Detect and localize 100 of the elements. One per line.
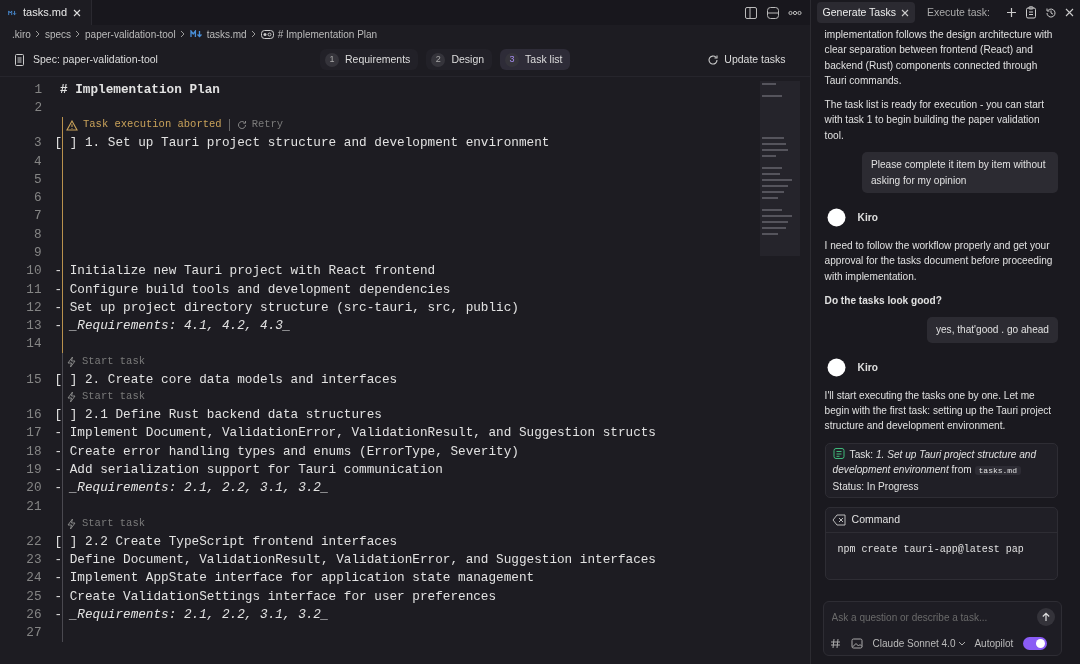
avatar-icon (826, 357, 846, 377)
retry-link[interactable]: Retry (251, 117, 284, 133)
line-number: 11 (25, 280, 42, 299)
step-tab[interactable]: 1 Requirements (320, 48, 419, 71)
status-message: Task execution aborted (83, 117, 222, 133)
chat-input[interactable]: Ask a question or describe a task... Claude Sonnet 4.0 Autopilot (822, 601, 1062, 656)
breadcrumb-item[interactable]: # Implementation Plan (277, 26, 378, 42)
lightning-icon (66, 355, 77, 368)
line-number: 1 (33, 80, 42, 99)
code-line: - Create ValidationSettings interface for user preferences (54, 587, 497, 606)
message-text: The task list is ready for execution - you can start with task 1 to begin building the paper validation tool. (824, 98, 1045, 143)
clear-icon (831, 514, 846, 527)
chevron-right-icon (34, 30, 41, 38)
step-tab[interactable]: 3 Task list (500, 48, 571, 71)
markdown-icon (8, 8, 17, 17)
agent-name: Kiro (857, 360, 878, 375)
line-number: 21 (25, 497, 42, 516)
split-editor-icon[interactable] (743, 5, 758, 20)
update-tasks-button[interactable]: Update tasks (701, 50, 792, 69)
heading-line: # Implementation Plan (60, 80, 220, 99)
line-number: 8 (32, 225, 42, 244)
chevron-right-icon (250, 30, 257, 38)
line-number: 4 (32, 152, 42, 171)
autopilot-toggle[interactable] (1023, 637, 1048, 650)
arrow-up-icon (1041, 612, 1051, 622)
lightning-icon (66, 390, 77, 403)
line-number: 16 (25, 406, 42, 425)
chevron-down-icon (958, 640, 967, 647)
breadcrumb-item[interactable]: .kiro (12, 26, 31, 42)
line-number: 18 (25, 442, 42, 461)
line-number: 25 (25, 587, 42, 606)
agent-name: Kiro (857, 211, 878, 225)
message-text: Do the tasks look good? (824, 293, 943, 308)
message-text: I'll start executing the tasks one by one. Let me begin with the first task: setting up the Tauri project structure and development environment. (824, 388, 1053, 434)
refresh-icon (707, 53, 720, 66)
line-number: 22 (25, 532, 42, 551)
line-number: 6 (32, 189, 42, 208)
history-icon[interactable] (1045, 6, 1057, 19)
line-number: 19 (25, 460, 42, 479)
checklist-icon (832, 446, 845, 459)
requirements-line: - _Requirements: 2.1, 2.2, 3.1, 3.2_ (54, 479, 329, 498)
task-text: Task: 1. Set up Tauri project structure and development environment from tasks.md (832, 446, 1038, 478)
step-tab[interactable]: 2 Design (426, 48, 493, 71)
line-number: 15 (25, 370, 42, 389)
chevron-right-icon (179, 30, 186, 38)
spec-label: Spec: paper-validation-tool (33, 51, 158, 67)
lightning-icon (66, 517, 77, 530)
line-number: 17 (25, 424, 42, 443)
code-line: - Configure build tools and development dependencies (54, 280, 451, 299)
line-number: 12 (25, 298, 42, 317)
code-line: - Add serialization support for Tauri communication (54, 460, 443, 479)
line-number: 10 (25, 262, 42, 281)
line-number: 14 (25, 335, 42, 354)
warning-icon (66, 119, 78, 131)
command-text: npm create tauri-app@latest pap (836, 542, 1025, 557)
user-message: Please complete it item by item without asking for my opinion (862, 152, 1058, 194)
file-chip[interactable]: tasks.md (974, 466, 1021, 476)
send-button[interactable] (1037, 608, 1055, 626)
line-number: 9 (32, 244, 42, 262)
user-message: yes, that'good . go ahead (926, 317, 1058, 343)
message-text: implementation follows the design architecture with clear separation between frontend (React) and backend (Rust) components connected through Tauri commands. (824, 28, 1054, 88)
start-task-link[interactable]: Start task (82, 389, 145, 405)
close-icon[interactable] (73, 8, 81, 17)
close-icon[interactable] (1065, 8, 1074, 17)
start-task-link[interactable]: Start task (82, 353, 145, 370)
task-line: [ ] 2. Create core data models and interfaces (54, 370, 398, 389)
clipboard-icon[interactable] (1025, 6, 1037, 19)
autopilot-label: Autopilot (974, 637, 1014, 651)
line-number: 24 (25, 569, 42, 588)
line-number: 13 (25, 317, 42, 336)
line-number: 26 (25, 606, 42, 625)
task-line: [ ] 2.2 Create TypeScript frontend interfaces (54, 532, 398, 551)
breadcrumb-item[interactable]: specs (44, 26, 72, 42)
model-selector[interactable]: Claude Sonnet 4.0 (872, 636, 967, 651)
breadcrumb-item[interactable]: paper-validation-tool (85, 26, 176, 42)
editor-tab[interactable]: tasks.md (0, 0, 92, 25)
chat-tab[interactable]: Generate Tasks (816, 1, 915, 24)
code-line: - Create error handling types and enums (ErrorType, Severity) (54, 442, 519, 461)
chat-tab[interactable]: Execute task: (920, 1, 996, 24)
code-line: - Define Document, ValidationResult, ValidationError, and Suggestion interfaces (54, 551, 656, 570)
hash-icon[interactable] (829, 638, 841, 649)
retry-icon (236, 120, 247, 131)
breadcrumb-item[interactable]: tasks.md (206, 26, 247, 42)
chevron-right-icon (75, 30, 82, 38)
image-icon[interactable] (850, 638, 863, 649)
close-icon[interactable] (900, 8, 909, 17)
document-icon (14, 53, 25, 66)
code-line: - Initialize new Tauri project with React frontend (54, 262, 436, 281)
plus-icon[interactable] (1006, 7, 1017, 18)
line-number: 27 (25, 624, 42, 643)
task-status: Status: In Progress (832, 479, 920, 494)
layout-icon[interactable] (765, 5, 780, 20)
message-text: I need to follow the workflow properly and get your approval for the tasks document before proceeding with implementation. (824, 239, 1054, 284)
line-number: 20 (25, 479, 42, 498)
start-task-link[interactable]: Start task (82, 515, 145, 532)
symbol-icon (260, 29, 274, 39)
avatar-icon (826, 208, 846, 228)
requirements-line: - _Requirements: 4.1, 4.2, 4.3_ (54, 317, 291, 336)
task-line: [ ] 2.1 Define Rust backend data structures (54, 406, 382, 425)
code-line: - Set up project directory structure (src-tauri, src, public) (54, 298, 519, 317)
